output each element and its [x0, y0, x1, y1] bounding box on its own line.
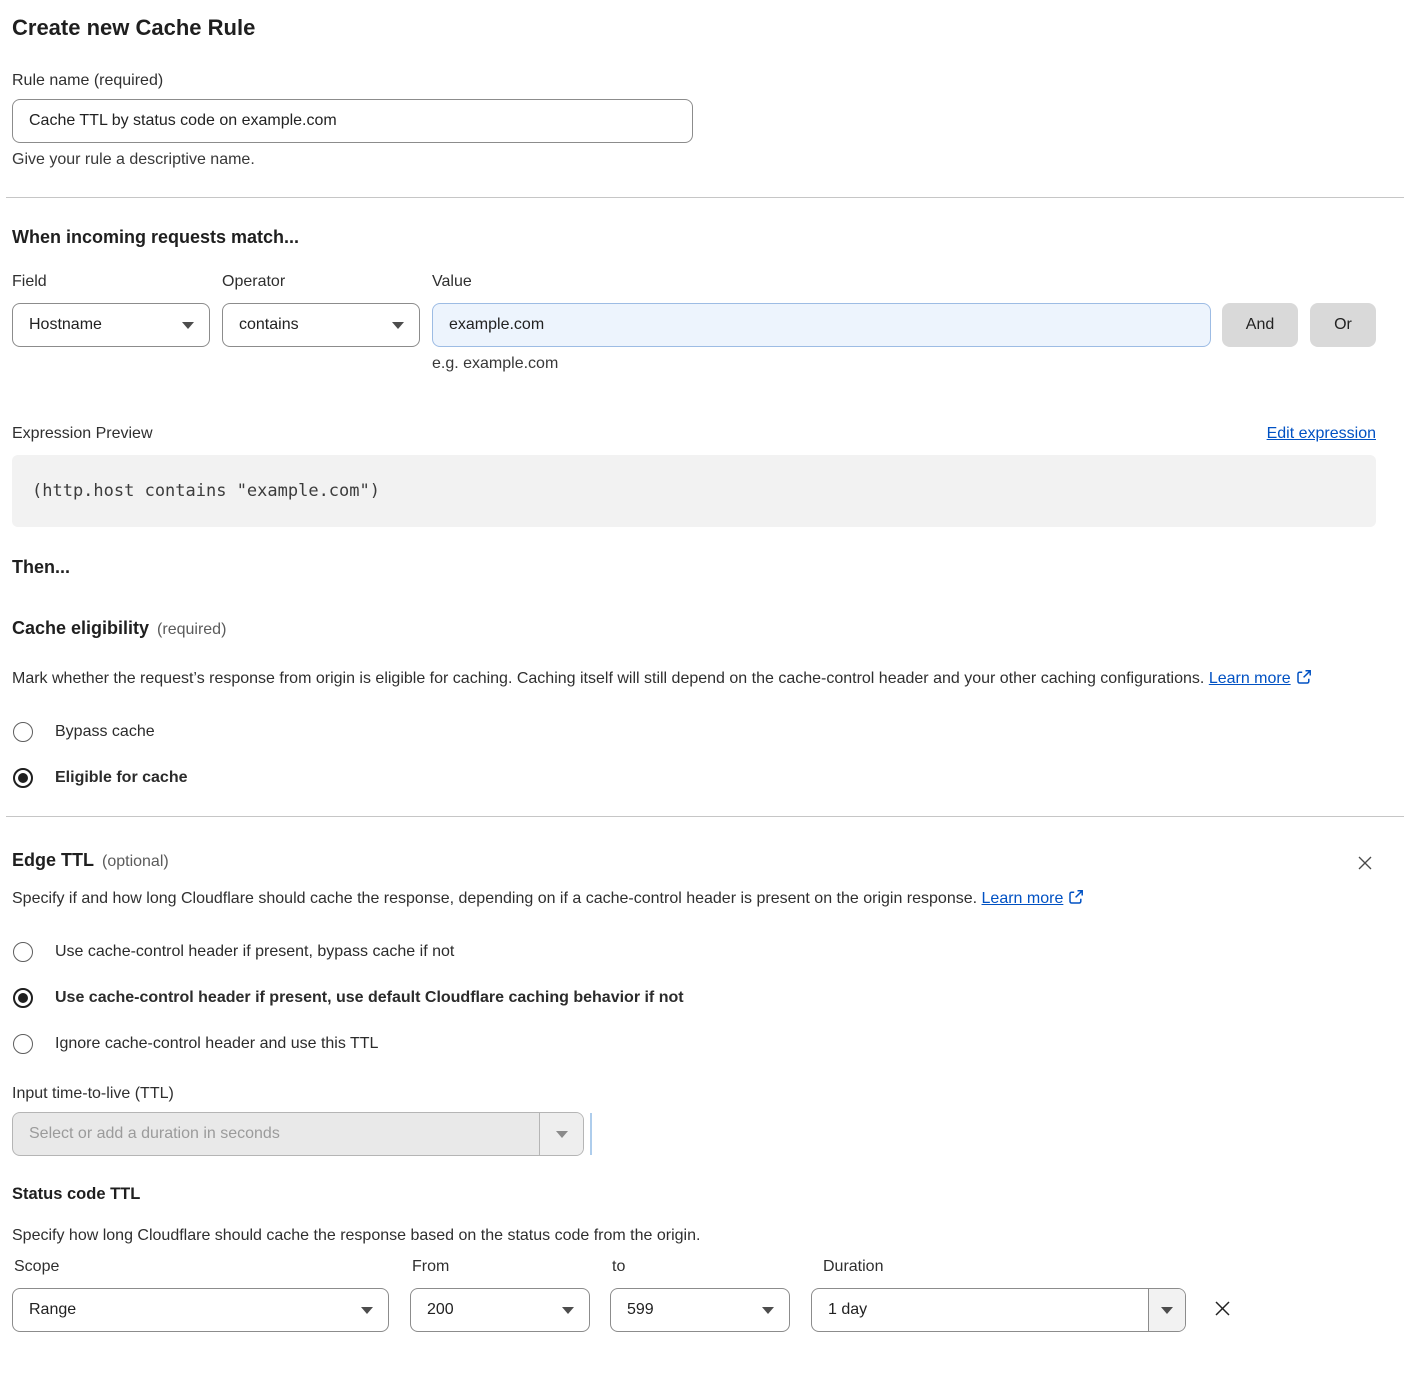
to-select-value: 599 — [627, 1301, 654, 1319]
radio-button[interactable] — [13, 722, 33, 742]
status-code-ttl-heading: Status code TTL — [12, 1185, 1376, 1204]
to-select[interactable]: 599 — [610, 1288, 790, 1332]
ttl-input-row: Select or add a duration in seconds — [12, 1112, 1376, 1156]
chevron-down-icon — [562, 1307, 574, 1314]
radio-option-bypass-cache[interactable]: Bypass cache — [12, 722, 1376, 742]
ttl-input-label: Input time-to-live (TTL) — [12, 1085, 1376, 1103]
cache-eligibility-title: Cache eligibility — [12, 618, 149, 639]
radio-option-eligible-for-cache[interactable]: Eligible for cache — [12, 768, 1376, 788]
ttl-duration-select[interactable]: Select or add a duration in seconds — [12, 1112, 584, 1156]
learn-more-link[interactable]: Learn more — [1209, 670, 1312, 687]
field-select[interactable]: Hostname — [12, 303, 210, 347]
value-input[interactable] — [432, 303, 1211, 347]
expression-preview-label: Expression Preview — [12, 425, 153, 443]
cache-eligibility-options: Bypass cache Eligible for cache — [12, 722, 1376, 788]
operator-label: Operator — [222, 273, 420, 291]
radio-button[interactable] — [13, 1034, 33, 1054]
from-label: From — [410, 1258, 590, 1276]
ttl-select-placeholder: Select or add a duration in seconds — [13, 1113, 539, 1155]
status-code-ttl-description: Specify how long Cloudflare should cache… — [12, 1227, 1376, 1245]
status-code-controls: Range 200 599 1 day — [12, 1288, 1376, 1332]
operator-select[interactable]: contains — [222, 303, 420, 347]
from-select[interactable]: 200 — [410, 1288, 590, 1332]
from-select-value: 200 — [427, 1301, 454, 1319]
chevron-down-icon — [182, 322, 194, 329]
duration-value: 1 day — [812, 1289, 1148, 1331]
radio-option-label: Eligible for cache — [55, 769, 187, 787]
radio-option-label: Use cache-control header if present, byp… — [55, 943, 454, 961]
close-icon — [1356, 854, 1374, 872]
match-controls: Hostname contains And Or — [12, 303, 1376, 347]
value-label: Value — [432, 273, 1376, 291]
status-code-column-labels: Scope From to Duration — [12, 1258, 1376, 1276]
radio-option-label: Bypass cache — [55, 723, 155, 741]
radio-option-label: Ignore cache-control header and use this… — [55, 1035, 378, 1053]
expression-preview-row: Expression Preview Edit expression — [12, 425, 1376, 443]
edge-ttl-options: Use cache-control header if present, byp… — [12, 942, 1376, 1054]
rule-name-label: Rule name (required) — [12, 72, 1376, 90]
expression-preview-code: (http.host contains "example.com") — [12, 455, 1376, 527]
radio-option-cc-default[interactable]: Use cache-control header if present, use… — [12, 988, 1376, 1008]
match-heading: When incoming requests match... — [12, 225, 1376, 249]
then-heading: Then... — [12, 557, 1376, 578]
create-cache-rule-form: Create new Cache Rule Rule name (require… — [0, 0, 1412, 1332]
radio-button[interactable] — [13, 942, 33, 962]
close-edge-ttl-button[interactable] — [1354, 852, 1376, 877]
chevron-down-icon — [556, 1131, 568, 1138]
learn-more-link[interactable]: Learn more — [982, 890, 1085, 907]
text-cursor — [590, 1113, 592, 1155]
chevron-down-icon — [361, 1307, 373, 1314]
duration-dropdown-button[interactable] — [1148, 1289, 1185, 1331]
field-label: Field — [12, 273, 210, 291]
scope-label: Scope — [12, 1258, 389, 1276]
rule-name-help: Give your rule a descriptive name. — [12, 151, 1376, 169]
radio-button-selected[interactable] — [13, 988, 33, 1008]
radio-button-selected[interactable] — [13, 768, 33, 788]
divider — [6, 197, 1404, 198]
external-link-icon — [1296, 669, 1312, 685]
and-button[interactable]: And — [1222, 303, 1298, 347]
ttl-select-arrow[interactable] — [539, 1113, 583, 1155]
edge-ttl-title: Edge TTL — [12, 850, 94, 871]
cache-eligibility-description: Mark whether the request’s response from… — [12, 664, 1357, 693]
remove-status-code-rule-button[interactable] — [1210, 1296, 1235, 1324]
match-column-labels: Field Operator Value — [12, 273, 1376, 291]
field-select-value: Hostname — [29, 316, 102, 334]
cache-eligibility-heading: Cache eligibility (required) — [12, 618, 1376, 639]
operator-select-value: contains — [239, 316, 299, 334]
to-label: to — [610, 1258, 790, 1276]
scope-select-value: Range — [29, 1301, 76, 1319]
rule-name-input[interactable] — [12, 99, 693, 143]
edit-expression-link[interactable]: Edit expression — [1267, 425, 1376, 443]
page-title: Create new Cache Rule — [12, 14, 1376, 42]
edge-ttl-description: Specify if and how long Cloudflare shoul… — [12, 884, 1357, 913]
or-button[interactable]: Or — [1310, 303, 1376, 347]
external-link-icon — [1068, 889, 1084, 905]
chevron-down-icon — [762, 1307, 774, 1314]
divider — [6, 816, 1404, 817]
duration-label: Duration — [811, 1258, 1186, 1276]
required-badge: (required) — [157, 621, 226, 639]
duration-combobox[interactable]: 1 day — [811, 1288, 1186, 1332]
radio-option-cc-bypass[interactable]: Use cache-control header if present, byp… — [12, 942, 1376, 962]
chevron-down-icon — [392, 322, 404, 329]
radio-option-ignore-cc[interactable]: Ignore cache-control header and use this… — [12, 1034, 1376, 1054]
scope-select[interactable]: Range — [12, 1288, 389, 1332]
edge-ttl-heading: Edge TTL (optional) — [12, 850, 169, 871]
radio-option-label: Use cache-control header if present, use… — [55, 989, 684, 1007]
close-icon — [1212, 1298, 1233, 1319]
value-help: e.g. example.com — [432, 355, 1376, 373]
edge-ttl-header: Edge TTL (optional) — [12, 850, 1376, 877]
optional-badge: (optional) — [102, 853, 169, 871]
chevron-down-icon — [1161, 1307, 1173, 1314]
